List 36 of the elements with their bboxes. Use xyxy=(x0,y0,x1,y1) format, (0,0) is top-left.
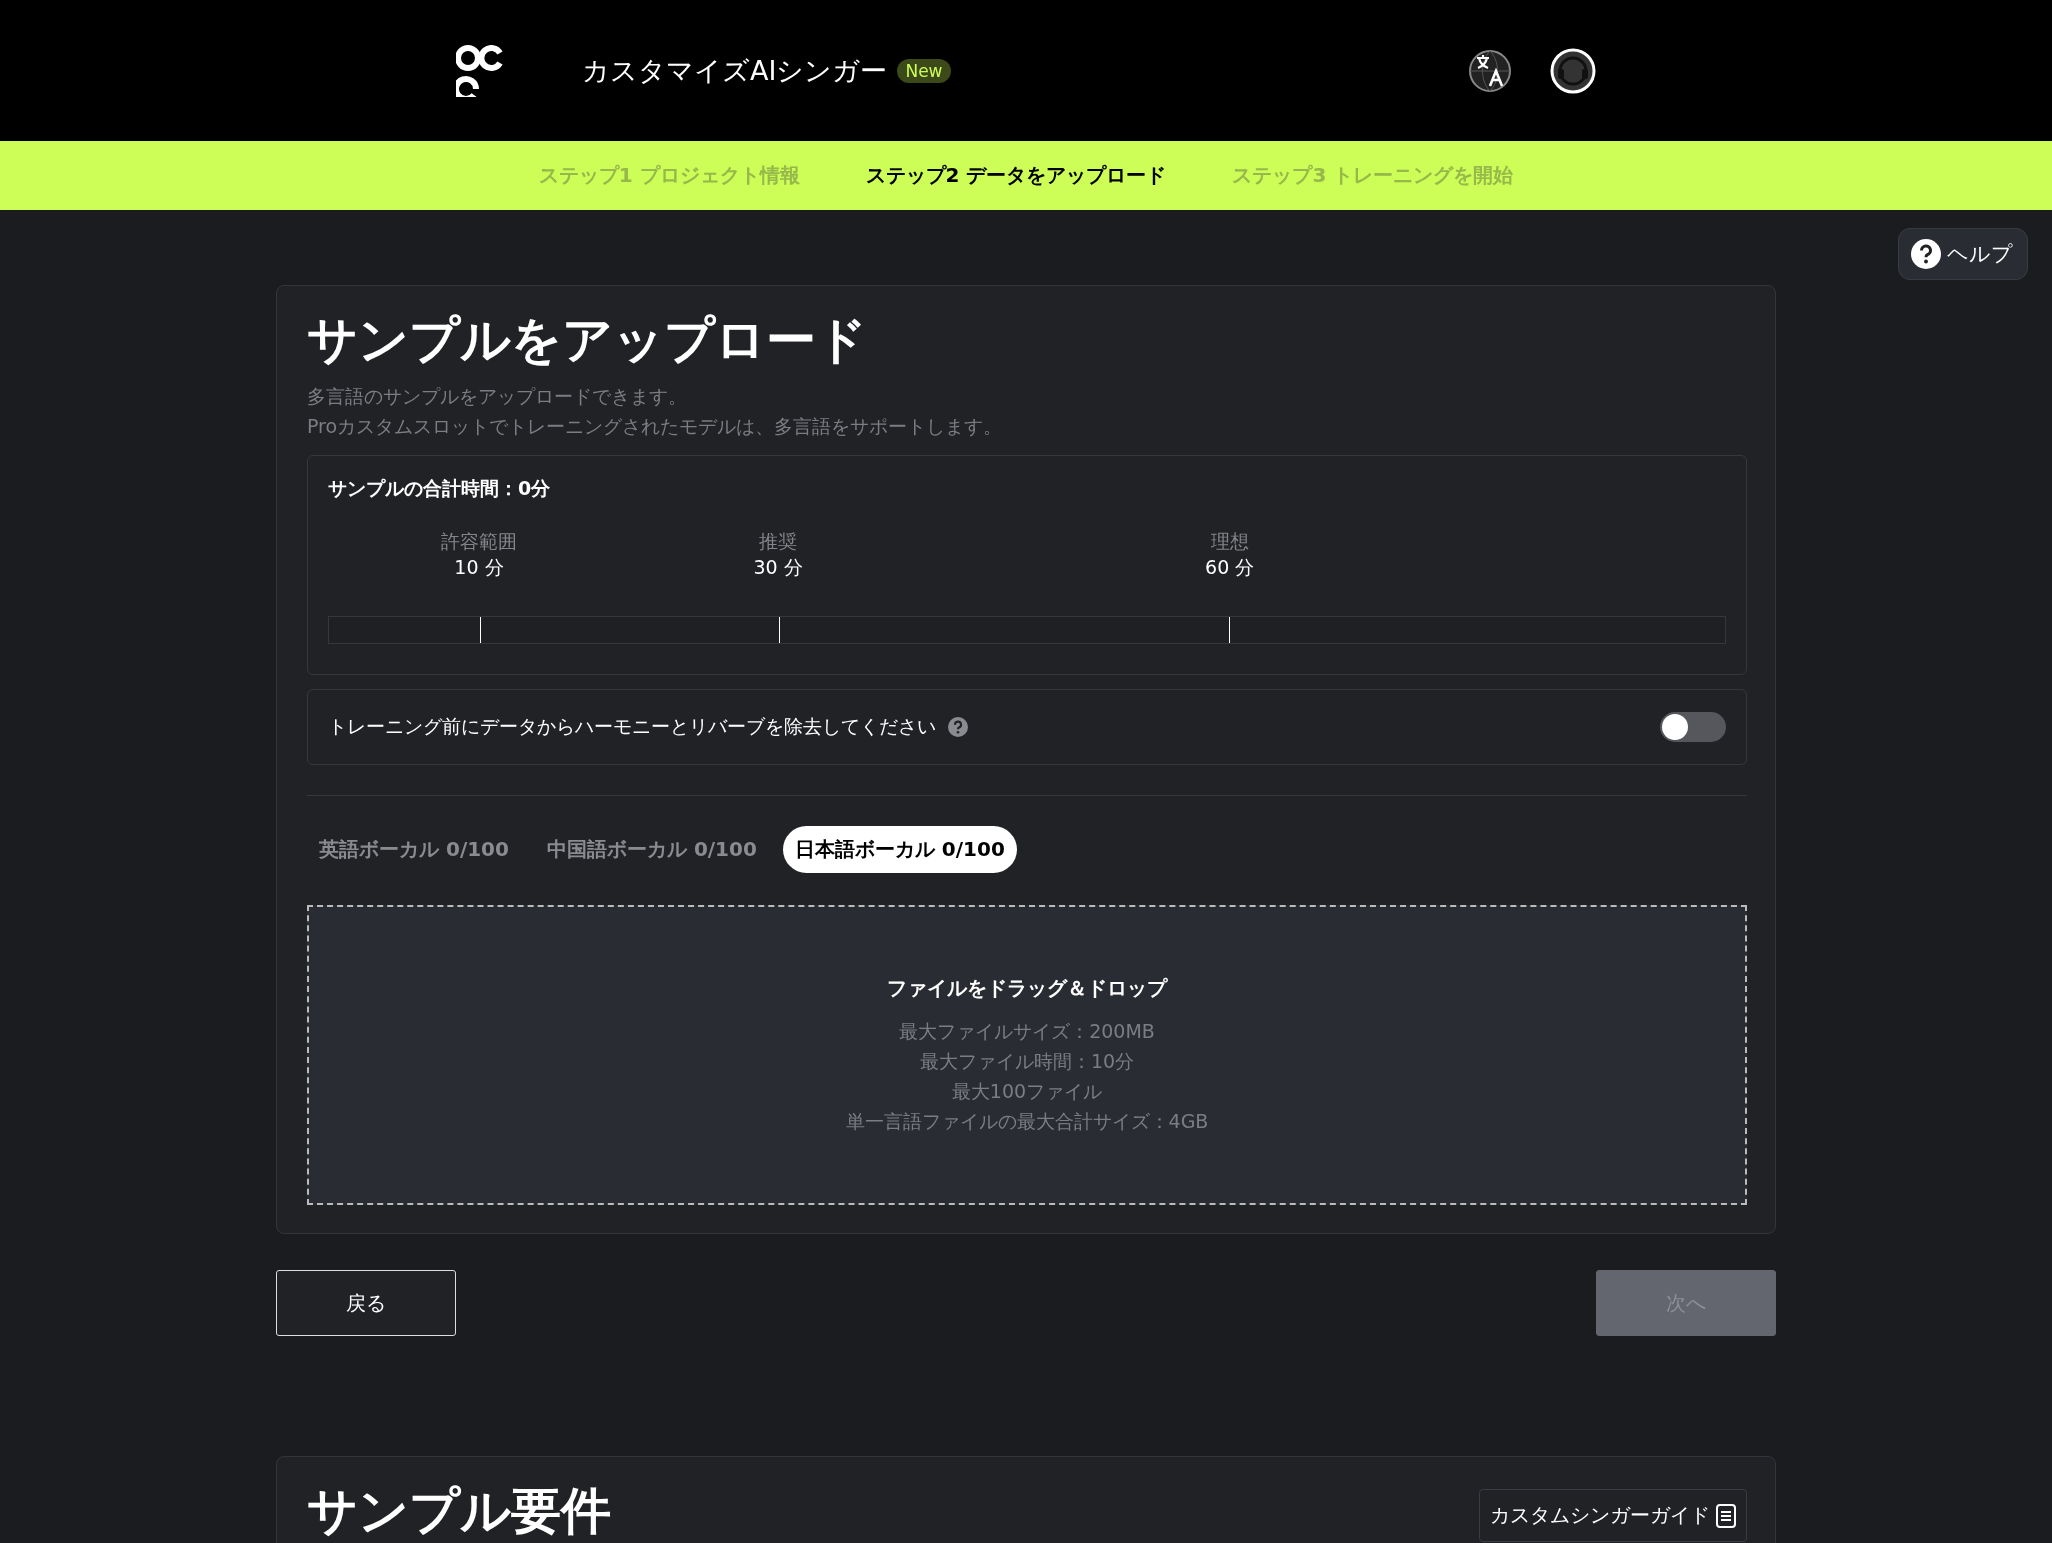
help-button[interactable]: ヘルプ xyxy=(1898,228,2028,280)
translate-icon[interactable] xyxy=(1468,48,1512,93)
logo-icon xyxy=(456,44,506,97)
help-icon[interactable] xyxy=(948,717,968,737)
drop-zone[interactable]: ファイルをドラッグ＆ドロップ 最大ファイルサイズ：200MB 最大ファイル時間：10分 最大100ファイル 単一言語ファイルの最大合計サイズ：4GB xyxy=(307,905,1747,1205)
help-icon xyxy=(1911,239,1941,269)
step-tab[interactable]: ステップ2 データをアップロード xyxy=(865,162,1167,189)
milestone-value: 10 分 xyxy=(453,555,505,580)
total-time-label: サンプルの合計時間：0分 xyxy=(328,476,552,501)
upload-limit-text: 単一言語ファイルの最大合計サイズ：4GB xyxy=(845,1108,1209,1134)
milestone-label: 許容範囲 xyxy=(440,529,517,554)
toggle-switch[interactable] xyxy=(1660,712,1726,742)
option-label: トレーニング前にデータからハーモニーとリバーブを除去してください xyxy=(328,714,936,739)
drop-title: ファイルをドラッグ＆ドロップ xyxy=(887,974,1167,1002)
language-tab[interactable]: 英語ボーカル 0/100 xyxy=(307,826,521,873)
section-title: サンプルをアップロード xyxy=(307,310,868,371)
description-text: 多言語のサンプルをアップロードできます。 Proカスタムスロットでトレーニングされたモデルは、多言語をサポートします。 xyxy=(307,384,1004,439)
milestone-tick xyxy=(479,617,481,643)
document-icon xyxy=(1716,1503,1736,1528)
upload-limit-text: 最大ファイル時間：10分 xyxy=(919,1048,1135,1074)
avatar-icon[interactable] xyxy=(1550,47,1596,94)
guide-button[interactable]: カスタムシンガーガイド xyxy=(1479,1489,1747,1542)
milestone-tick xyxy=(778,617,780,643)
new-badge: New xyxy=(897,58,951,83)
upload-limit-text: 最大ファイルサイズ：200MB xyxy=(899,1018,1155,1044)
language-tab[interactable]: 中国語ボーカル 0/100 xyxy=(534,826,769,873)
milestone-value: 60 分 xyxy=(1205,555,1255,580)
milestone-label: 推奨 xyxy=(758,529,799,554)
section-title: サンプル要件 xyxy=(307,1481,611,1542)
milestone-label: 理想 xyxy=(1209,529,1250,554)
milestone-value: 30 分 xyxy=(753,555,803,580)
back-button[interactable]: 戻る xyxy=(276,1270,456,1336)
upload-limit-text: 最大100ファイル xyxy=(951,1078,1103,1104)
app-title: カスタマイズAIシンガー xyxy=(582,53,888,88)
milestone-tick xyxy=(1229,617,1231,643)
language-tab[interactable]: 日本語ボーカル 0/100 xyxy=(782,826,1017,873)
